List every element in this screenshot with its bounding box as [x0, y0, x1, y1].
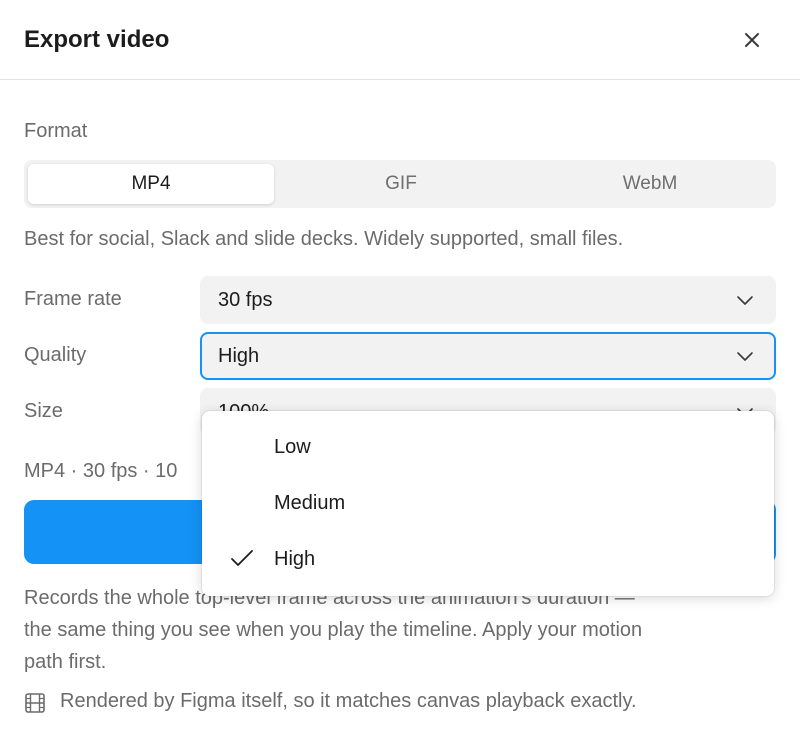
check-icon: [231, 550, 253, 566]
format-description: Best for social, Slack and slide decks. …: [24, 228, 624, 250]
notes-line: path first.: [24, 651, 107, 673]
quality-option-low[interactable]: Low: [202, 419, 774, 475]
menu-item-label: High: [274, 548, 316, 570]
export-summary: MP4 · 30 fps · 10: [24, 460, 178, 482]
frame-rate-value: 30 fps: [218, 289, 273, 311]
menu-item-label: Medium: [274, 492, 346, 514]
format-option-mp4[interactable]: MP4: [28, 164, 274, 204]
export-notes: Records the whole top-level frame across…: [24, 582, 776, 678]
quality-label: Quality: [24, 344, 87, 366]
film-icon: [25, 693, 45, 713]
format-option-webm[interactable]: WebM: [528, 164, 772, 204]
frame-rate-select[interactable]: 30 fps: [200, 276, 776, 324]
dialog-title: Export video: [24, 26, 170, 53]
quality-value: High: [218, 345, 260, 367]
quality-option-high[interactable]: High: [202, 531, 774, 587]
quality-option-medium[interactable]: Medium: [202, 475, 774, 531]
quality-dropdown-menu: Low Medium High: [202, 411, 774, 596]
format-label: Format: [24, 120, 88, 142]
menu-item-label: Low: [274, 436, 311, 458]
footnote: Rendered by Figma itself, so it matches …: [60, 690, 637, 712]
size-label: Size: [24, 400, 63, 422]
frame-rate-label: Frame rate: [24, 288, 122, 310]
close-icon[interactable]: [738, 26, 766, 54]
chevron-down-icon: [737, 352, 753, 361]
format-option-gif[interactable]: GIF: [278, 164, 524, 204]
dialog-header: Export video: [0, 0, 800, 80]
chevron-down-icon: [737, 296, 753, 305]
notes-line: the same thing you see when you play the…: [24, 619, 643, 641]
format-segmented-control: MP4 GIF WebM: [24, 160, 776, 208]
quality-select[interactable]: High: [200, 332, 776, 380]
